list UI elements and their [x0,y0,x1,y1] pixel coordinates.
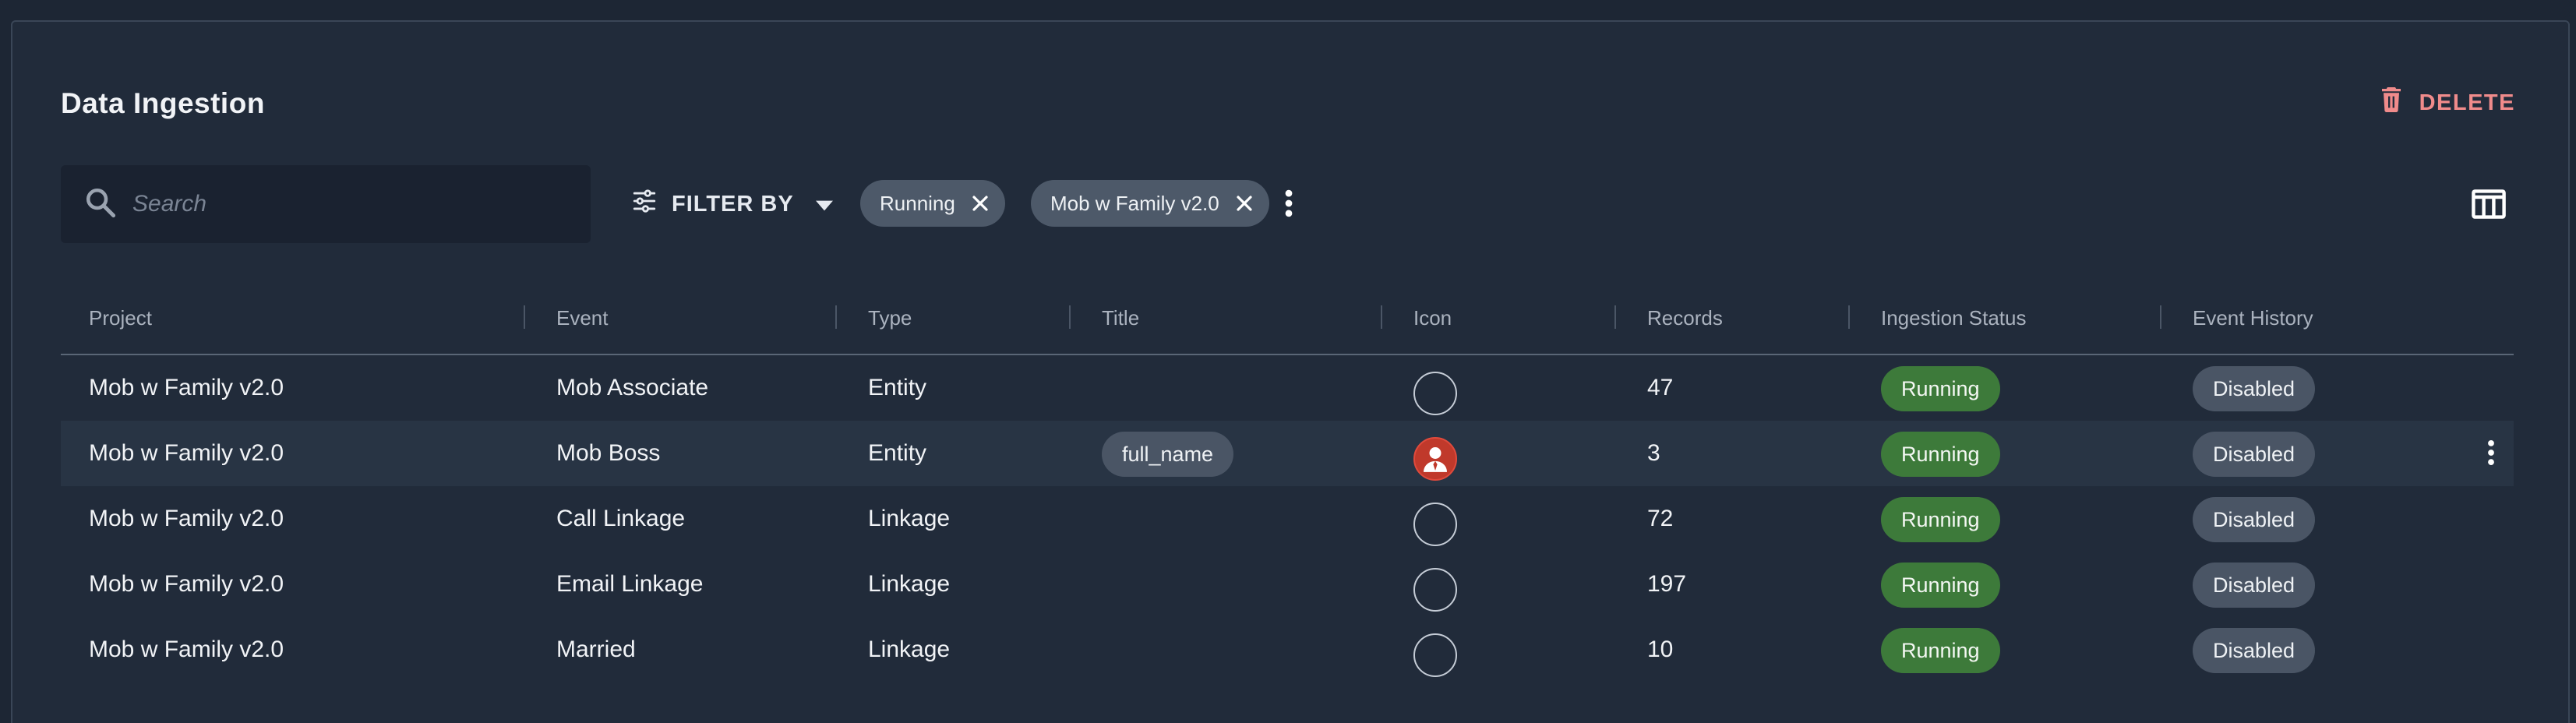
cell-records: 197 [1647,571,1687,597]
cell-event: Mob Boss [556,440,661,466]
cell-event: Call Linkage [556,506,686,531]
cell-records: 10 [1647,637,1674,662]
cell-event: Email Linkage [556,571,704,597]
cell-project: Mob w Family v2.0 [89,375,284,400]
trash-icon [2380,87,2402,118]
column-header-event-history[interactable]: Event History [2193,280,2313,355]
column-divider[interactable] [1614,305,1616,329]
search-box[interactable] [61,165,591,243]
cell-type: Linkage [868,506,951,531]
column-divider[interactable] [524,305,525,329]
table-row[interactable]: Mob w Family v2.0 Mob Boss Entity full_n… [61,421,2514,486]
history-badge: Disabled [2193,497,2316,542]
cell-records: 72 [1647,506,1674,531]
person-avatar-icon [1413,437,1457,481]
table-row[interactable]: Mob w Family v2.0 Email Linkage Linkage … [61,552,2514,617]
empty-circle-icon [1413,503,1457,546]
table-row[interactable]: Mob w Family v2.0 Call Linkage Linkage 7… [61,486,2514,552]
table-row[interactable]: Mob w Family v2.0 Mob Associate Entity 4… [61,355,2514,421]
cell-records: 47 [1647,375,1674,400]
history-badge: Disabled [2193,628,2316,673]
column-header-title[interactable]: Title [1102,280,1139,355]
caret-down-icon [808,192,833,217]
empty-circle-icon [1413,372,1457,415]
column-header-type[interactable]: Type [868,280,912,355]
cell-project: Mob w Family v2.0 [89,571,284,597]
cell-event: Married [556,637,636,662]
chip-label: Running [880,191,955,215]
column-divider[interactable] [2160,305,2161,329]
column-header-icon[interactable]: Icon [1413,280,1452,355]
filter-by-button[interactable]: FILTER BY [631,184,833,224]
cell-project: Mob w Family v2.0 [89,637,284,662]
page-title: Data Ingestion [61,87,265,119]
close-icon[interactable] [972,196,988,211]
status-badge: Running [1881,366,2000,411]
empty-circle-icon [1413,633,1457,677]
empty-circle-icon [1413,568,1457,612]
cell-type: Entity [868,375,927,400]
more-vert-icon[interactable] [1284,189,1293,217]
table-header: Project Event Type Title Icon Records In… [61,280,2514,355]
ingestion-table: Project Event Type Title Icon Records In… [61,280,2514,682]
close-icon[interactable] [1237,196,1252,211]
chip-label: Mob w Family v2.0 [1050,191,1219,215]
tune-icon [631,188,658,220]
cell-type: Linkage [868,637,951,662]
title-field-tag: full_name [1102,432,1234,477]
view-columns-icon[interactable] [2472,189,2506,219]
column-divider[interactable] [1848,305,1850,329]
history-badge: Disabled [2193,366,2316,411]
filter-by-label: FILTER BY [672,191,794,217]
cell-project: Mob w Family v2.0 [89,506,284,531]
delete-label: DELETE [2419,90,2515,115]
status-badge: Running [1881,432,2000,477]
filter-chip-running[interactable]: Running [860,180,1005,227]
filter-chip-project[interactable]: Mob w Family v2.0 [1031,180,1269,227]
status-badge: Running [1881,628,2000,673]
column-header-ingestion-status[interactable]: Ingestion Status [1881,280,2026,355]
status-badge: Running [1881,563,2000,608]
delete-button[interactable]: DELETE [2380,84,2515,122]
column-header-project[interactable]: Project [89,280,152,355]
search-icon [84,186,117,223]
history-badge: Disabled [2193,563,2316,608]
column-divider[interactable] [835,305,837,329]
search-input[interactable] [132,181,591,227]
row-more-icon[interactable] [2487,439,2495,466]
status-badge: Running [1881,497,2000,542]
column-header-event[interactable]: Event [556,280,609,355]
cell-event: Mob Associate [556,375,709,400]
cell-records: 3 [1647,440,1660,466]
column-divider[interactable] [1069,305,1071,329]
cell-project: Mob w Family v2.0 [89,440,284,466]
cell-type: Entity [868,440,927,466]
table-row[interactable]: Mob w Family v2.0 Married Linkage 10 Run… [61,617,2514,682]
cell-type: Linkage [868,571,951,597]
column-divider[interactable] [1381,305,1382,329]
column-header-records[interactable]: Records [1647,280,1723,355]
history-badge: Disabled [2193,432,2316,477]
